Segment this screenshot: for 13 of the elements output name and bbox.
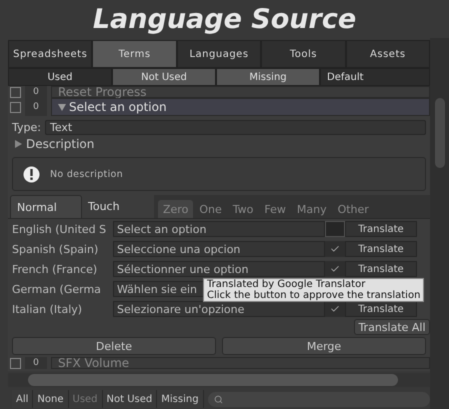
language-label: English (United S (12, 222, 108, 236)
term-count: 0 (25, 98, 47, 116)
description-text: No description (50, 168, 123, 180)
language-label: French (France) (12, 262, 98, 276)
tooltip-text: Click the button to approve the translation (207, 290, 420, 301)
language-label: Spanish (Spain) (12, 242, 100, 256)
term-count: 0 (25, 86, 47, 98)
language-label: German (Germa (12, 282, 102, 296)
language-label: Italian (Italy) (12, 302, 84, 316)
window-title: Language Source (92, 2, 358, 36)
tooltip-text: Translated by Google Translator (207, 279, 366, 290)
term-count: 0 (25, 357, 47, 369)
type-label: Type: (12, 120, 41, 134)
